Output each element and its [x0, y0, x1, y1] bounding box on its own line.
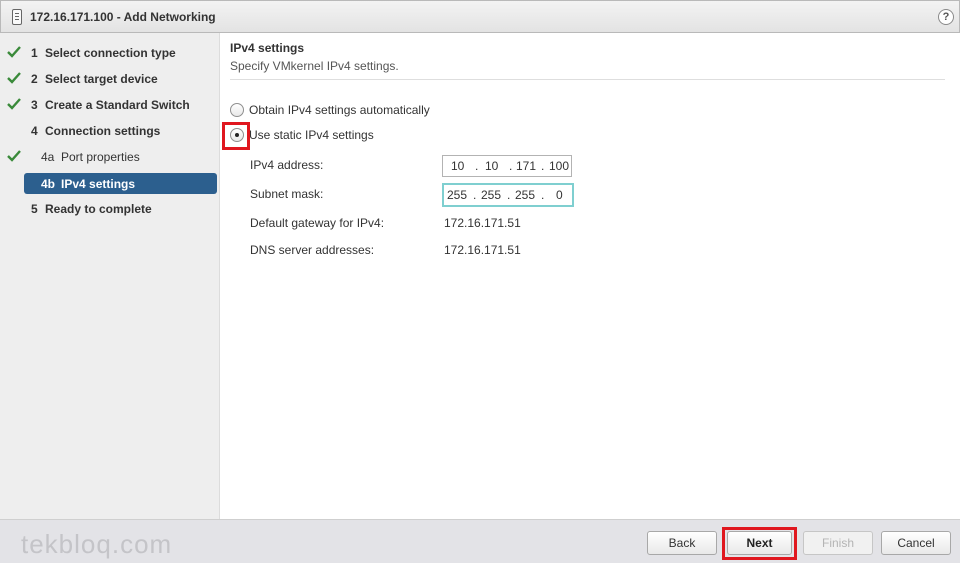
ip-octet: 255 — [515, 188, 536, 202]
ipv4-address-input[interactable]: 10 . 10 . 171 . 100 — [442, 155, 572, 177]
check-icon — [7, 150, 21, 162]
window-titlebar: 172.16.171.100 - Add Networking ? — [0, 0, 960, 33]
ipv4-address-label: IPv4 address: — [250, 158, 324, 172]
ip-octet: 100 — [549, 159, 570, 173]
step-ready-to-complete[interactable]: 5 Ready to complete — [0, 198, 220, 220]
step-number: 3 — [31, 98, 38, 112]
ip-octet: 171 — [516, 159, 537, 173]
step-number: 5 — [31, 202, 38, 216]
finish-button[interactable]: Finish — [803, 531, 873, 555]
step-number: 4b — [41, 176, 56, 191]
help-icon[interactable]: ? — [938, 9, 954, 25]
check-icon — [7, 46, 21, 58]
radio-label: Use static IPv4 settings — [249, 128, 374, 142]
step-label: Port properties — [61, 150, 140, 164]
radio-label: Obtain IPv4 settings automatically — [249, 103, 430, 117]
step-select-connection-type[interactable]: 1 Select connection type — [0, 42, 220, 64]
step-number: 1 — [31, 46, 38, 60]
back-button[interactable]: Back — [647, 531, 717, 555]
default-gateway-value: 172.16.171.51 — [444, 216, 521, 230]
subnet-mask-label: Subnet mask: — [250, 187, 324, 201]
ip-dot: . — [475, 159, 479, 173]
wizard-steps-sidebar: 1 Select connection type 2 Select target… — [0, 33, 220, 519]
watermark: tekbloq.com — [21, 529, 173, 559]
check-icon — [7, 98, 21, 110]
window-title: 172.16.171.100 - Add Networking — [30, 9, 216, 24]
divider — [230, 79, 945, 80]
step-connection-settings[interactable]: 4 Connection settings — [0, 120, 220, 142]
step-label: Select target device — [45, 72, 158, 86]
step-label: Connection settings — [45, 124, 161, 138]
radio-use-static[interactable]: Use static IPv4 settings — [230, 128, 374, 142]
dns-servers-label: DNS server addresses: — [250, 243, 375, 257]
host-icon — [12, 8, 22, 25]
step-port-properties[interactable]: 4a Port properties — [0, 146, 220, 168]
step-label: IPv4 settings — [61, 176, 136, 191]
step-number: 2 — [31, 72, 38, 86]
ip-octet: 10 — [451, 159, 465, 173]
check-icon — [7, 72, 21, 84]
radio-obtain-automatically[interactable]: Obtain IPv4 settings automatically — [230, 103, 430, 117]
ip-dot: . — [507, 188, 511, 202]
step-label: Create a Standard Switch — [45, 98, 190, 112]
wizard-footer: tekbloq.com Back Next Finish Cancel — [0, 519, 960, 563]
step-create-standard-switch[interactable]: 3 Create a Standard Switch — [0, 94, 220, 116]
dns-servers-value: 172.16.171.51 — [444, 243, 521, 257]
section-subtitle: Specify VMkernel IPv4 settings. — [230, 59, 399, 73]
ip-octet: 0 — [556, 188, 563, 202]
step-number: 4a — [41, 150, 55, 164]
section-title: IPv4 settings — [230, 41, 305, 55]
step-select-target-device[interactable]: 2 Select target device — [0, 68, 220, 90]
step-label: Select connection type — [45, 46, 176, 60]
main-panel: IPv4 settings Specify VMkernel IPv4 sett… — [221, 33, 960, 519]
step-label: Ready to complete — [45, 202, 152, 216]
step-number: 4 — [31, 124, 38, 138]
ip-dot: . — [541, 188, 545, 202]
ip-dot: . — [509, 159, 513, 173]
ip-octet: 255 — [447, 188, 468, 202]
subnet-mask-input[interactable]: 255 . 255 . 255 . 0 — [442, 183, 574, 207]
ip-octet: 255 — [481, 188, 502, 202]
radio-button[interactable] — [230, 103, 244, 117]
highlight-box — [722, 527, 797, 560]
ip-dot: . — [541, 159, 545, 173]
highlight-box — [222, 122, 250, 150]
cancel-button[interactable]: Cancel — [881, 531, 951, 555]
default-gateway-label: Default gateway for IPv4: — [250, 216, 385, 230]
step-ipv4-settings[interactable]: 4b IPv4 settings — [24, 173, 217, 194]
ip-octet: 10 — [485, 159, 499, 173]
ip-dot: . — [473, 188, 477, 202]
